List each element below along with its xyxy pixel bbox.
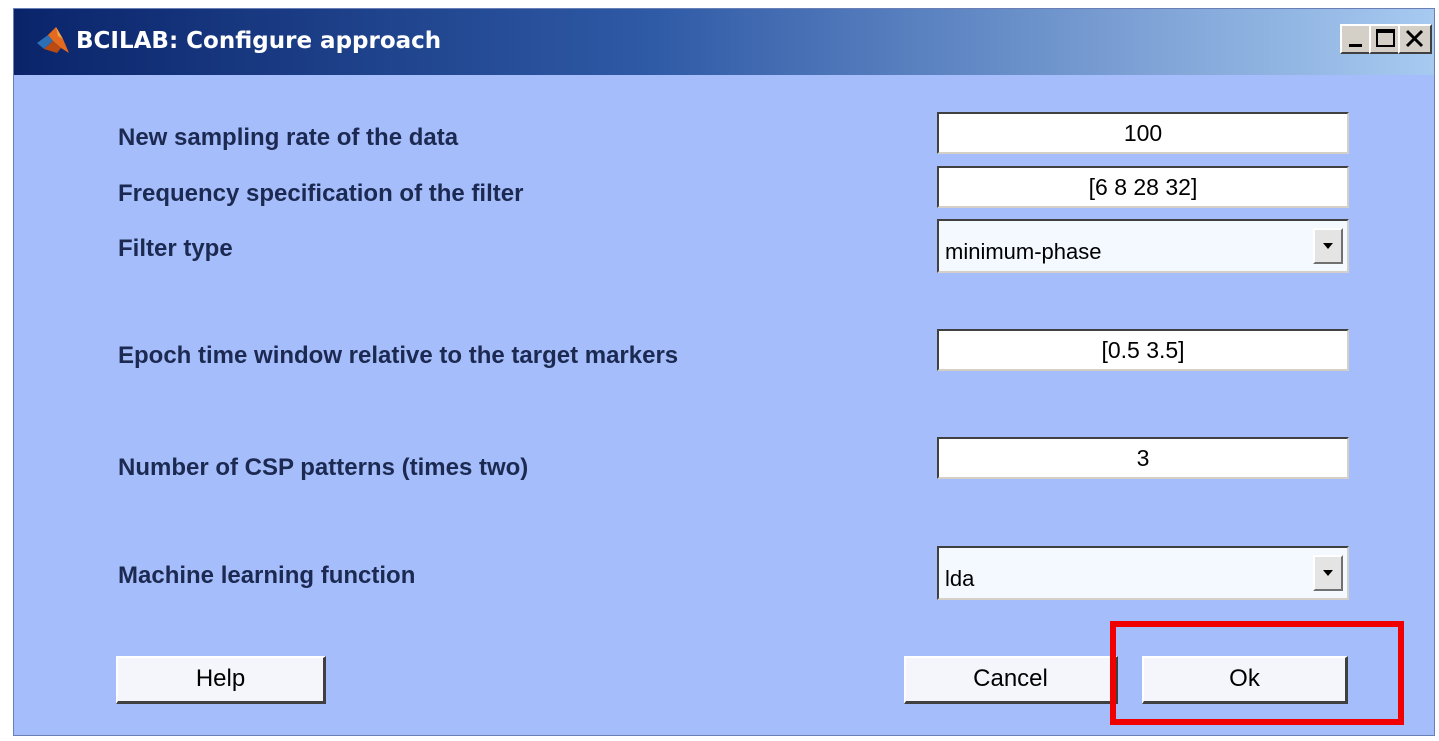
minimize-icon — [1349, 44, 1362, 47]
filter-type-dropdown-button[interactable] — [1313, 228, 1343, 264]
chevron-down-icon — [1323, 570, 1333, 576]
close-button[interactable] — [1398, 24, 1432, 54]
filter-type-select[interactable]: minimum-phase — [937, 219, 1349, 273]
epoch-window-label: Epoch time window relative to the target… — [118, 342, 679, 369]
chevron-down-icon — [1323, 243, 1333, 249]
matlab-logo-icon — [37, 27, 69, 53]
ok-highlight-box — [1110, 621, 1404, 725]
frequency-spec-field[interactable]: [6 8 28 32] — [937, 166, 1349, 208]
epoch-window-field[interactable]: [0.5 3.5] — [937, 329, 1349, 371]
help-button[interactable]: Help — [116, 656, 326, 704]
sampling-rate-label: New sampling rate of the data — [118, 124, 459, 151]
filter-type-label: Filter type — [118, 235, 233, 262]
csp-patterns-field[interactable]: 3 — [937, 437, 1349, 479]
cancel-button[interactable]: Cancel — [904, 656, 1118, 704]
ml-function-label: Machine learning function — [118, 562, 416, 589]
close-icon — [1405, 29, 1424, 48]
window-title: BCILAB: Configure approach — [76, 28, 442, 54]
maximize-icon — [1376, 29, 1395, 47]
sampling-rate-field[interactable]: 100 — [937, 112, 1349, 154]
frequency-spec-label: Frequency specification of the filter — [118, 180, 524, 207]
filter-type-value: minimum-phase — [945, 239, 1102, 264]
ml-function-value: lda — [945, 566, 975, 591]
csp-patterns-label: Number of CSP patterns (times two) — [118, 454, 529, 481]
ml-function-select[interactable]: lda — [937, 546, 1349, 600]
ml-function-dropdown-button[interactable] — [1313, 555, 1343, 591]
title-bar[interactable]: BCILAB: Configure approach — [14, 9, 1434, 75]
